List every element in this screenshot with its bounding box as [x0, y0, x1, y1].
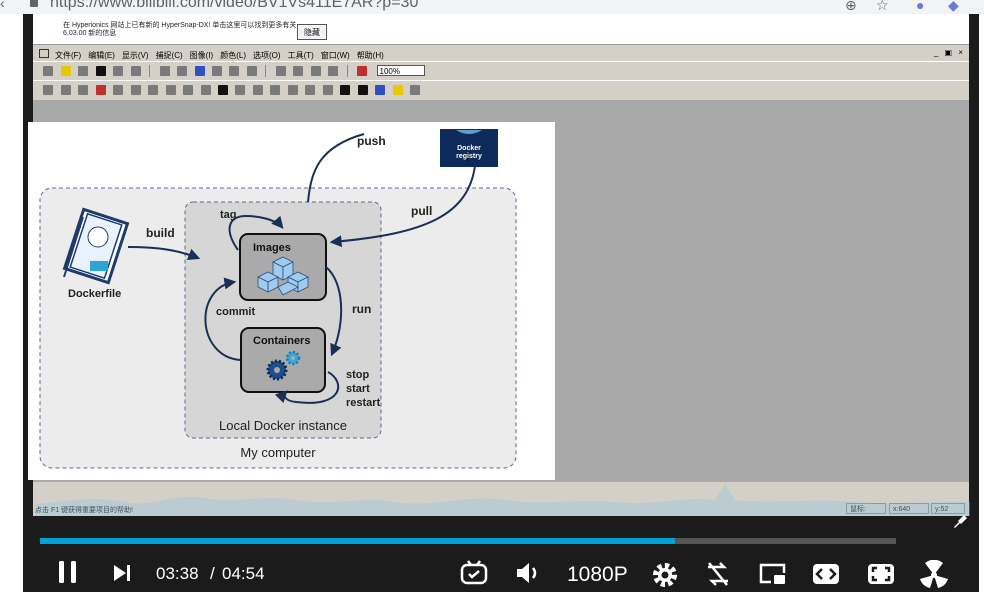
- print-preview-icon: [113, 66, 124, 76]
- video-player[interactable]: 在 Hyperionics 网站上已有新的 HyperSnap-DX! 单击这里…: [23, 14, 979, 592]
- magnifier-icon: [148, 85, 159, 95]
- app-menubar: 文件(F) 编辑(E) 显示(V) 捕捉(C) 图像(I) 颜色(L) 选项(O) 工具(T)…: [33, 45, 969, 61]
- next-icon[interactable]: [112, 563, 132, 583]
- time-separator: /: [210, 564, 215, 583]
- line-icon: [270, 85, 281, 95]
- autoplay-off-icon[interactable]: [704, 561, 732, 587]
- line-style-icon: [409, 85, 420, 95]
- open-icon: [60, 66, 71, 76]
- app-system-icon: [39, 49, 49, 59]
- stamp-icon: [200, 85, 211, 95]
- zoom-select: 100%: [376, 65, 425, 76]
- registry-label-line1: Docker: [457, 145, 481, 152]
- copy-icon: [159, 66, 170, 76]
- url-text[interactable]: https://www.bilibili.com/video/BV1Vs411E…: [50, 0, 418, 12]
- update-notice: 在 Hyperionics 网站上已有新的 HyperSnap-DX! 单击这里…: [33, 14, 969, 45]
- browse-icon: [78, 66, 89, 76]
- save-icon: [95, 66, 106, 76]
- browser-address-bar: ‹ https://www.bilibili.com/video/BV1Vs41…: [0, 0, 984, 14]
- page-margin-left: [0, 14, 23, 592]
- rectangle-icon: [287, 85, 298, 95]
- hide-notice-button: 隐藏: [297, 24, 327, 40]
- rotate-right-icon: [293, 66, 304, 76]
- fullscreen-icon[interactable]: [919, 560, 949, 590]
- time-total: 04:54: [222, 564, 265, 583]
- page-margin-right: [979, 14, 984, 592]
- start-label: start: [346, 383, 370, 395]
- crop-select-icon: [183, 85, 194, 95]
- tag-label: tag: [220, 209, 237, 221]
- filled-ellipse-icon: [357, 85, 368, 95]
- grid-icon: [246, 66, 257, 76]
- danmaku-toggle-icon[interactable]: [460, 560, 488, 586]
- local-instance-label: Local Docker instance: [219, 418, 347, 433]
- cut-icon: [43, 85, 54, 95]
- arrow-tool-icon: [235, 85, 246, 95]
- lock-icon: [30, 0, 38, 7]
- copy-tool-icon: [60, 85, 71, 95]
- commit-label: commit: [216, 306, 256, 318]
- time-current: 03:38: [156, 564, 199, 583]
- zoom-tool-icon: [177, 66, 188, 76]
- back-icon[interactable]: ‹: [0, 0, 5, 11]
- select-icon: [165, 85, 176, 95]
- rounded-rect-icon: [305, 85, 316, 95]
- undo-icon: [113, 85, 124, 95]
- zoom-icon[interactable]: ⊕: [845, 0, 857, 14]
- docker-diagram: push pull tag build commit run stop star…: [28, 122, 555, 480]
- images-label: Images: [253, 242, 291, 254]
- extension-icon[interactable]: ●: [916, 0, 924, 13]
- app-toolbar-draw: [33, 80, 969, 99]
- text-tool-icon: [217, 85, 228, 95]
- window-controls: _ ▣ ×: [933, 48, 965, 57]
- delete-icon: [95, 85, 106, 95]
- print-icon: [130, 66, 141, 76]
- stop-label: stop: [346, 369, 370, 381]
- heat-wave-graph: [35, 484, 970, 516]
- bookmark-star-icon[interactable]: ☆: [876, 0, 889, 14]
- push-label: push: [357, 134, 386, 148]
- color-fill-icon: [375, 85, 386, 95]
- pull-label: pull: [411, 204, 433, 218]
- brush-icon: [211, 66, 222, 76]
- dockerfile-label: Dockerfile: [68, 288, 122, 300]
- redo-icon: [130, 85, 141, 95]
- widescreen-icon[interactable]: [812, 562, 840, 586]
- picture-in-picture-icon[interactable]: [759, 562, 787, 586]
- web-fullscreen-icon[interactable]: [867, 562, 895, 586]
- settings-gear-icon[interactable]: [651, 561, 679, 589]
- player-controls: 03:38 / 04:54 1080P: [23, 544, 979, 592]
- help-cursor-icon: [357, 66, 368, 76]
- paste-icon: [78, 85, 89, 95]
- run-label: run: [352, 302, 372, 316]
- filled-rect-icon: [340, 85, 351, 95]
- ellipse-icon: [322, 85, 333, 95]
- build-label: build: [146, 226, 175, 240]
- new-icon: [43, 66, 54, 76]
- pause-icon[interactable]: [57, 560, 79, 584]
- highlight-icon: [392, 85, 403, 95]
- capture-icon: [194, 66, 205, 76]
- registry-label-line2: registry: [456, 153, 482, 160]
- progress-thumb-icon[interactable]: [952, 514, 968, 530]
- update-notice-text: 在 Hyperionics 网站上已有新的 HyperSnap-DX! 单击这里…: [63, 22, 297, 37]
- pencil-icon: [252, 85, 263, 95]
- extension-icon-2[interactable]: ◆: [948, 0, 959, 14]
- registry-label: Docker registry: [440, 145, 498, 161]
- crop-icon: [328, 66, 339, 76]
- containers-label: Containers: [253, 335, 311, 347]
- flip-icon: [310, 66, 321, 76]
- quality-selector[interactable]: 1080P: [567, 563, 628, 587]
- volume-icon[interactable]: [515, 561, 543, 585]
- app-toolbar-main: 100%: [33, 61, 969, 80]
- rotate-left-icon: [275, 66, 286, 76]
- image-icon: [229, 66, 240, 76]
- my-computer-label: My computer: [240, 445, 316, 460]
- restart-label: restart: [346, 397, 381, 409]
